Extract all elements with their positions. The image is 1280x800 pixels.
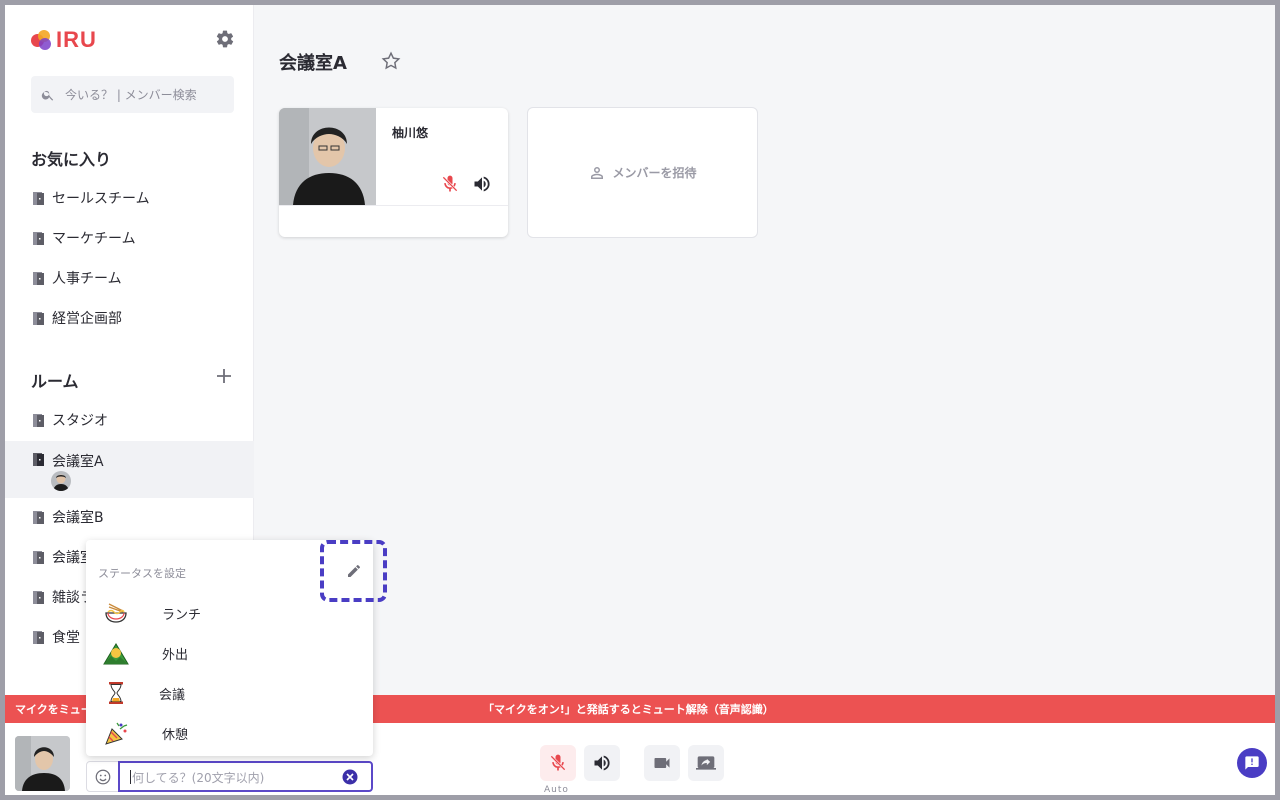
smiley-icon (95, 769, 110, 784)
chat-button[interactable] (1237, 748, 1267, 778)
mic-toggle-button[interactable] (540, 745, 576, 781)
status-option-label: 会議 (159, 688, 186, 703)
sidebar-item-label: 食堂 (52, 630, 80, 646)
status-input[interactable]: 何してる？(20文字以内) (118, 761, 373, 792)
sidebar-item-hr-team[interactable]: 人事チーム (5, 258, 254, 298)
mic-muted-icon (550, 754, 566, 771)
clear-icon[interactable] (341, 768, 359, 786)
door-icon (33, 550, 44, 564)
hourglass-icon (109, 682, 123, 704)
camera-toggle-button[interactable] (644, 745, 680, 781)
speaker-icon (594, 755, 610, 771)
door-icon (33, 191, 44, 205)
sidebar-item-studio[interactable]: スタジオ (5, 400, 254, 440)
chat-bubble-icon (1245, 756, 1259, 770)
sidebar-item-label: セールスチーム (52, 191, 150, 207)
status-option-lunch[interactable]: ランチ (86, 592, 373, 632)
invite-member-button[interactable]: メンバーを招待 (527, 107, 758, 238)
star-icon[interactable] (380, 50, 402, 72)
app-window: IRU 今いる？ | メンバー検索 お気に入り セールスチーム マーケチーム 人… (5, 5, 1275, 795)
search-placeholder: 今いる？ | メンバー検索 (65, 88, 197, 102)
sidebar-item-meeting-room-b[interactable]: 会議室B (5, 497, 254, 537)
logo: IRU (31, 27, 97, 53)
member-photo (279, 108, 376, 205)
sidebar-item-meeting-room-a[interactable]: 会議室A (5, 441, 254, 498)
logo-text: IRU (56, 27, 97, 52)
party-popper-icon (105, 722, 128, 745)
search-icon (41, 90, 54, 101)
member-search-input[interactable]: 今いる？ | メンバー検索 (31, 76, 234, 113)
member-name: 柚川悠 (392, 126, 429, 140)
pencil-icon (347, 564, 360, 577)
door-icon (33, 630, 44, 644)
member-card[interactable]: 柚川悠 (279, 108, 508, 237)
sidebar-item-label: マーケチーム (52, 231, 136, 247)
card-divider (279, 205, 508, 206)
video-camera-icon (654, 758, 670, 768)
screen-share-button[interactable] (688, 745, 724, 781)
status-option-label: 休憩 (162, 728, 189, 743)
ramen-icon (105, 603, 127, 623)
door-icon (33, 510, 44, 524)
status-option-meeting[interactable]: 会議 (86, 672, 373, 712)
banner-center-text: 「マイクをオン!」と発話するとミュート解除（音声認識） (483, 703, 774, 716)
text-caret (130, 770, 131, 784)
sidebar-item-sales-team[interactable]: セールスチーム (5, 178, 254, 218)
logo-mark-icon (31, 30, 51, 50)
speaker-toggle-button[interactable] (584, 745, 620, 781)
status-option-out[interactable]: 外出 (86, 632, 373, 672)
sidebar-item-label: 会議室B (52, 510, 104, 526)
emoji-picker-button[interactable] (86, 761, 119, 792)
rooms-title: ルーム (31, 372, 79, 391)
screen-share-icon (696, 756, 716, 770)
sidebar-item-marketing-team[interactable]: マーケチーム (5, 218, 254, 258)
avatar[interactable] (15, 736, 70, 791)
mic-muted-icon (440, 174, 460, 194)
sidebar-item-label: 会議室A (52, 454, 104, 470)
status-option-break[interactable]: 休憩 (86, 712, 373, 752)
door-icon (33, 413, 44, 427)
person-icon (591, 166, 604, 179)
door-icon (33, 453, 44, 466)
invite-label: メンバーを招待 (612, 166, 697, 180)
status-popup-title: ステータスを設定 (98, 567, 186, 580)
mountain-icon (103, 643, 129, 665)
add-room-button[interactable] (215, 367, 233, 385)
door-icon (33, 231, 44, 245)
door-icon (33, 271, 44, 285)
sidebar-item-corporate-planning[interactable]: 経営企画部 (5, 298, 254, 338)
speaker-icon (472, 174, 492, 194)
door-icon (33, 311, 44, 325)
plus-icon (217, 369, 231, 383)
banner-left-text: マイクをミュー (15, 703, 92, 716)
status-option-label: ランチ (162, 608, 202, 623)
status-popup: ステータスを設定 ランチ 外出 会議 休憩 (86, 540, 387, 756)
mic-mode-label: Auto (544, 785, 569, 795)
sidebar-item-label: 人事チーム (52, 271, 122, 287)
favorites-title: お気に入り (31, 150, 112, 169)
gear-icon[interactable] (215, 29, 235, 49)
sidebar-item-label: スタジオ (52, 413, 108, 429)
avatar (51, 471, 71, 491)
status-option-label: 外出 (162, 648, 189, 663)
status-placeholder: 何してる？(20文字以内) (132, 771, 265, 785)
room-title: 会議室A (279, 53, 347, 74)
door-icon (33, 590, 44, 604)
sidebar-item-label: 経営企画部 (52, 311, 122, 327)
